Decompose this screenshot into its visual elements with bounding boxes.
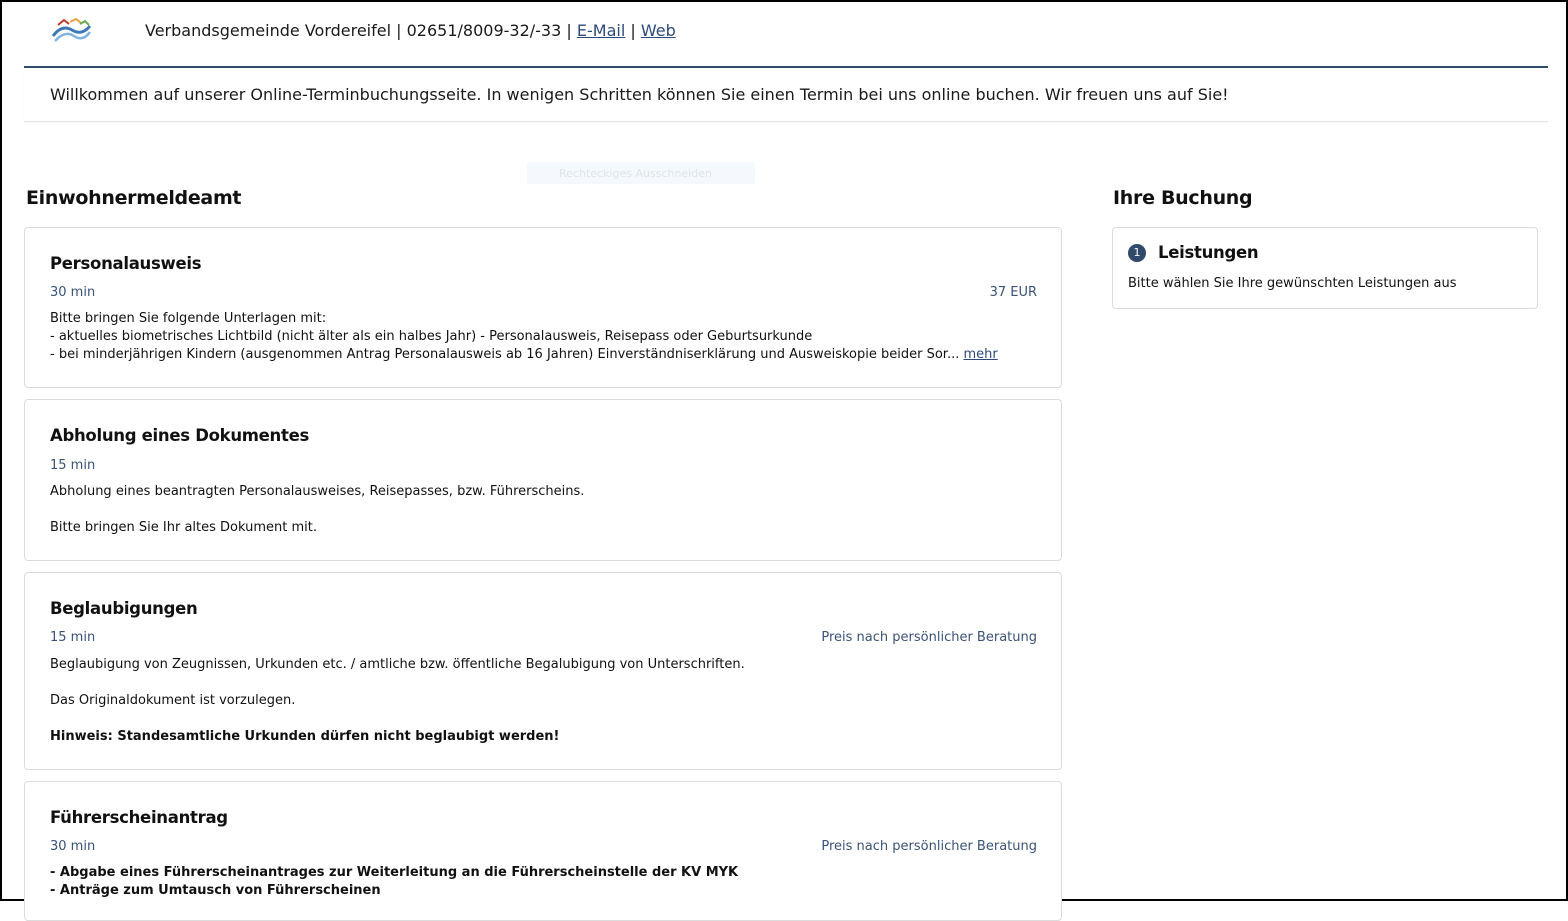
phone-number: 02651/8009-32/-33 — [406, 21, 562, 40]
top-header: Verbandsgemeinde Vordereifel | 02651/800… — [24, 2, 1548, 68]
service-card-personalausweis[interactable]: Personalausweis 30 min 37 EUR Bitte brin… — [24, 227, 1062, 388]
snipping-tool-overlay: Rechteckiges Ausschneiden — [527, 162, 755, 184]
service-description-line: - Abgabe eines Führerscheinantrages zur … — [50, 865, 739, 880]
service-description-line: - bei minderjährigen Kindern (ausgenomme… — [50, 347, 998, 362]
service-title: Führerscheinantrag — [50, 808, 228, 827]
step-label: Leistungen — [1158, 243, 1259, 262]
snipping-tool-label: Rechteckiges Ausschneiden — [559, 167, 712, 180]
welcome-text: Willkommen auf unserer Online-Terminbuch… — [50, 85, 1229, 104]
service-description-text: - bei minderjährigen Kindern (ausgenomme… — [50, 347, 960, 362]
service-card-fuehrerscheinantrag[interactable]: Führerscheinantrag 30 min Preis nach per… — [24, 781, 1062, 921]
service-description-line: Abholung eines beantragten Personalauswe… — [50, 484, 585, 499]
service-price: Preis nach persönlicher Beratung — [821, 839, 1037, 854]
separator: | — [396, 21, 402, 40]
service-description-line: Beglaubigung von Zeugnissen, Urkunden et… — [50, 657, 745, 672]
separator: | — [566, 21, 572, 40]
service-description-line: Bitte bringen Sie Ihr altes Dokument mit… — [50, 520, 318, 535]
email-link[interactable]: E-Mail — [577, 21, 625, 40]
service-description-line: Bitte bringen Sie folgende Unterlagen mi… — [50, 311, 327, 326]
service-duration: 15 min — [50, 630, 96, 645]
service-price: 37 EUR — [989, 285, 1037, 300]
service-title: Personalausweis — [50, 254, 202, 273]
org-name: Verbandsgemeinde Vordereifel — [145, 21, 392, 40]
service-description-line: Das Originaldokument ist vorzulegen. — [50, 693, 296, 708]
welcome-banner: Willkommen auf unserer Online-Terminbuch… — [24, 68, 1548, 122]
section-title: Einwohnermeldeamt — [26, 187, 242, 209]
booking-title: Ihre Buchung — [1113, 187, 1253, 209]
step-number-badge: 1 — [1128, 244, 1146, 262]
service-duration: 30 min — [50, 839, 96, 854]
service-price: Preis nach persönlicher Beratung — [821, 630, 1037, 645]
service-title: Beglaubigungen — [50, 599, 198, 618]
contact-line: Verbandsgemeinde Vordereifel | 02651/800… — [145, 21, 676, 40]
service-card-abholung[interactable]: Abholung eines Dokumentes 15 min Abholun… — [24, 399, 1062, 561]
municipality-logo[interactable] — [50, 16, 92, 48]
service-duration: 15 min — [50, 458, 96, 473]
service-card-beglaubigungen[interactable]: Beglaubigungen 15 min Preis nach persönl… — [24, 572, 1062, 770]
booking-step-card: 1 Leistungen Bitte wählen Sie Ihre gewün… — [1112, 227, 1538, 309]
service-title: Abholung eines Dokumentes — [50, 426, 309, 445]
service-notice: Hinweis: Standesamtliche Urkunden dürfen… — [50, 729, 560, 744]
service-description-line: - Anträge zum Umtausch von Führerscheine… — [50, 883, 381, 898]
web-link[interactable]: Web — [641, 21, 676, 40]
separator: | — [630, 21, 636, 40]
step-hint: Bitte wählen Sie Ihre gewünschten Leistu… — [1128, 276, 1457, 291]
service-description-line: - aktuelles biometrisches Lichtbild (nic… — [50, 329, 813, 344]
service-duration: 30 min — [50, 285, 96, 300]
more-link[interactable]: mehr — [964, 347, 998, 362]
